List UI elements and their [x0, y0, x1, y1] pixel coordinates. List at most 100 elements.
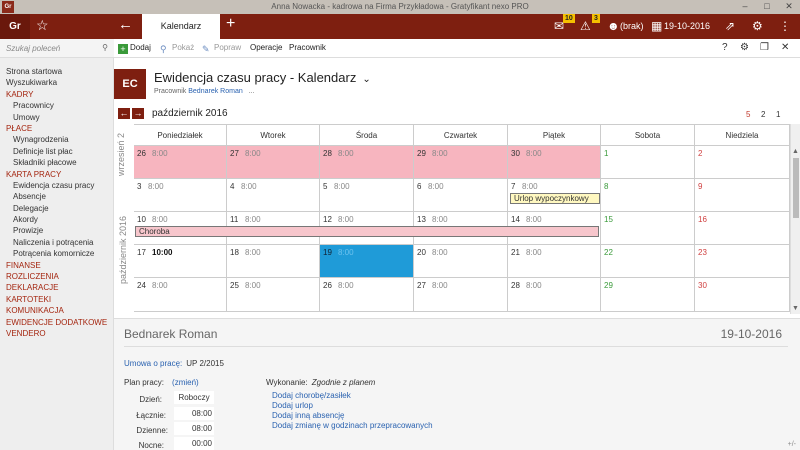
scroll-up-icon[interactable]: ▲ [792, 148, 799, 155]
sidebar-item[interactable]: Delegacje [6, 203, 107, 214]
show-button[interactable]: ⚲ Pokaż [160, 43, 194, 54]
more-icon[interactable]: ⋮ [779, 19, 791, 33]
sidebar-item[interactable]: KARTA PRACY [6, 169, 107, 180]
calendar-day-cell[interactable]: 29 [601, 278, 695, 312]
sidebar-item[interactable]: FINANSE [6, 260, 107, 271]
scroll-down-icon[interactable]: ▼ [792, 305, 799, 312]
sidebar-item[interactable]: VENDERO [6, 328, 107, 339]
add-absence-link[interactable]: Dodaj inną absencję [272, 411, 345, 420]
calendar-day-cell[interactable]: 28 8:00 [320, 146, 414, 179]
sidebar-item[interactable]: Wyszukiwarka [6, 77, 107, 88]
calendar-scrollbar[interactable]: ▲ ▼ [790, 124, 800, 314]
calendar-day-cell[interactable]: 6 8:00 [414, 179, 508, 212]
calendar-day-cell[interactable]: 8 [601, 179, 695, 212]
calendar-day-cell[interactable]: 3 8:00 [134, 179, 227, 212]
sidebar-item[interactable]: PŁACE [6, 123, 107, 134]
page-2[interactable]: 2 [761, 110, 765, 119]
user-label[interactable]: (brak) [620, 21, 644, 31]
alerts-icon[interactable]: ⚠ [580, 19, 591, 33]
calendar-day-cell[interactable]: 16 [695, 212, 790, 245]
edit-button[interactable]: ✎ Popraw [202, 43, 241, 54]
pin-icon[interactable]: ⚲ [102, 43, 108, 52]
minimize-icon[interactable]: – [735, 1, 755, 11]
sidebar-item[interactable]: Składniki płacowe [6, 157, 107, 168]
open-external-icon[interactable]: ⇗ [725, 19, 735, 33]
new-tab-plus-icon[interactable]: + [226, 15, 235, 33]
vacation-event[interactable]: Urlop wypoczynkowy [510, 193, 600, 204]
calendar-day-cell[interactable]: 9 [695, 179, 790, 212]
calendar-day-cell[interactable]: 24 8:00 [134, 278, 227, 312]
add-hours-change-link[interactable]: Dodaj zmianę w godzinach przepracowanych [272, 421, 433, 430]
chevron-down-icon[interactable]: ⌄ [362, 74, 370, 85]
sidebar-item[interactable]: Prowizje [6, 225, 107, 236]
calendar-day-cell[interactable]: 18 8:00 [227, 245, 320, 278]
tab-kalendarz[interactable]: Kalendarz [142, 14, 220, 39]
prev-month-arrow-icon[interactable]: ← [118, 108, 130, 119]
add-vacation-link[interactable]: Dodaj urlop [272, 401, 313, 410]
scroll-thumb[interactable] [793, 158, 799, 218]
employee-link[interactable]: Bednarek Roman [188, 88, 242, 95]
user-icon[interactable]: ☻ [607, 19, 620, 33]
contract-link[interactable]: Umowa o pracę: UP 2/2015 [124, 359, 224, 368]
sidebar-item[interactable]: DEKLARACJE [6, 282, 107, 293]
add-sickness-link[interactable]: Dodaj chorobę/zasiłek [272, 391, 351, 400]
page-5[interactable]: 5 [746, 110, 750, 119]
more-ellipsis[interactable]: ... [249, 88, 255, 95]
sidebar-item[interactable]: Absencje [6, 191, 107, 202]
employee-menu[interactable]: Pracownik [289, 43, 326, 52]
settings-gear-icon-small[interactable]: ⚙ [740, 42, 749, 53]
calendar-day-cell[interactable]: 29 8:00 [414, 146, 508, 179]
sidebar-item[interactable]: Definicje list płac [6, 146, 107, 157]
calendar-day-cell[interactable]: 22 [601, 245, 695, 278]
calendar-day-cell[interactable]: 2 [695, 146, 790, 179]
calendar-day-cell[interactable]: 28 8:00 [508, 278, 601, 312]
operations-menu[interactable]: Operacje [250, 43, 282, 52]
close-icon[interactable]: ✕ [779, 1, 799, 12]
back-arrow-icon[interactable]: ← [118, 16, 133, 33]
calendar-day-cell[interactable]: 17 10:00 [134, 245, 227, 278]
sidebar-item[interactable]: Ewidencja czasu pracy [6, 180, 107, 191]
calendar-day-cell[interactable]: 25 8:00 [227, 278, 320, 312]
calendar-day-cell[interactable]: 23 [695, 245, 790, 278]
sidebar-item[interactable]: Wynagrodzenia [6, 134, 107, 145]
calendar-day-cell[interactable]: 19 8:00 [320, 245, 414, 278]
calendar-day-cell[interactable]: 4 8:00 [227, 179, 320, 212]
page-title[interactable]: Ewidencja czasu pracy - Kalendarz ⌄ [154, 70, 371, 85]
calendar-day-cell[interactable]: 30 8:00 [508, 146, 601, 179]
next-month-arrow-icon[interactable]: → [132, 108, 144, 119]
sidebar-item[interactable]: KOMUNIKACJA [6, 305, 107, 316]
calendar-day-cell[interactable]: 27 8:00 [227, 146, 320, 179]
app-logo[interactable]: Gr [0, 14, 30, 39]
sidebar-item[interactable]: KADRY [6, 89, 107, 100]
change-plan-link[interactable]: (zmień) [172, 378, 199, 387]
calendar-day-cell[interactable]: 20 8:00 [414, 245, 508, 278]
restore-window-icon[interactable]: ❐ [760, 42, 769, 53]
help-icon[interactable]: ? [722, 42, 728, 53]
sidebar-item[interactable]: KARTOTEKI [6, 294, 107, 305]
maximize-icon[interactable]: □ [757, 1, 777, 11]
calendar-day-cell[interactable]: 1 [601, 146, 695, 179]
sidebar-item[interactable]: Pracownicy [6, 100, 107, 111]
expand-collapse-icon[interactable]: +/- [788, 441, 796, 448]
favorites-star-icon[interactable]: ☆ [36, 17, 49, 34]
current-date[interactable]: 19-10-2016 [664, 21, 710, 31]
sidebar-item[interactable]: Umowy [6, 112, 107, 123]
sidebar-item[interactable]: Naliczenia i potrącenia [6, 237, 107, 248]
sidebar-item[interactable]: ROZLICZENIA [6, 271, 107, 282]
calendar-day-cell[interactable]: 26 8:00 [320, 278, 414, 312]
close-tab-icon[interactable]: ✕ [781, 42, 789, 53]
sidebar-item[interactable]: Potrącenia komornicze [6, 248, 107, 259]
command-search[interactable]: Szukaj poleceń ⚲ [0, 39, 114, 58]
sickness-event[interactable]: Choroba [135, 226, 599, 237]
calendar-day-cell[interactable]: 26 8:00 [134, 146, 227, 179]
calendar-day-cell[interactable]: 21 8:00 [508, 245, 601, 278]
search-input[interactable]: Szukaj poleceń [6, 44, 60, 53]
calendar-icon[interactable]: ▦ [651, 19, 662, 33]
calendar-day-cell[interactable]: 15 [601, 212, 695, 245]
calendar-day-cell[interactable]: 5 8:00 [320, 179, 414, 212]
sidebar-item[interactable]: Akordy [6, 214, 107, 225]
calendar-day-cell[interactable]: 30 [695, 278, 790, 312]
add-button[interactable]: + Dodaj [118, 43, 151, 54]
calendar-day-cell[interactable]: 27 8:00 [414, 278, 508, 312]
settings-gear-icon[interactable]: ⚙ [752, 19, 763, 33]
